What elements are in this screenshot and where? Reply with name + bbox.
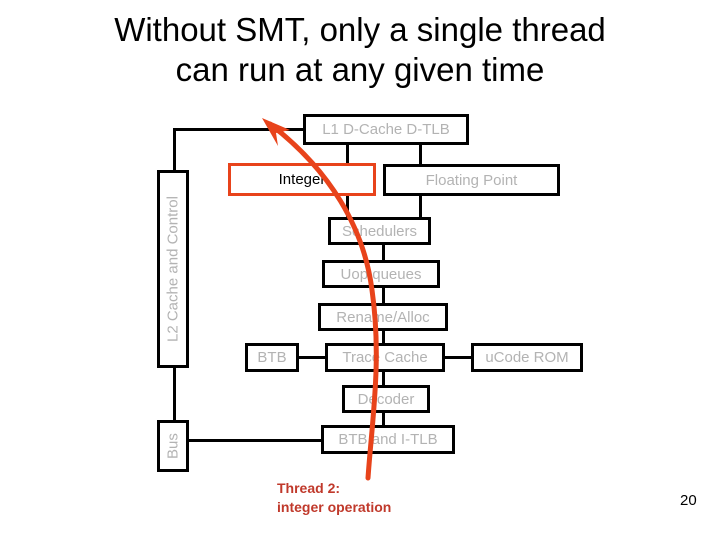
block-label: L1 D-Cache D-TLB — [322, 121, 450, 138]
block-integer[interactable]: Integer — [228, 163, 376, 196]
block-label: Integer — [278, 171, 326, 188]
block-label: Trace Cache — [342, 349, 428, 366]
connector-l2-to-l1-horizontal — [173, 128, 307, 131]
block-btb-and-itlb[interactable]: BTB and I-TLB — [321, 425, 455, 454]
cpu-pipeline-block-diagram: L1 D-Cache D-TLB Integer Floating Point … — [0, 0, 720, 540]
block-l1-d-cache[interactable]: L1 D-Cache D-TLB — [303, 114, 469, 145]
connector-trace-cache-to-ucode-rom — [443, 356, 473, 359]
slide-canvas: Without SMT, only a single thread can ru… — [0, 0, 720, 540]
connector-bus-to-btb-itlb — [186, 439, 324, 442]
block-label: Uop queues — [340, 265, 422, 283]
block-bus[interactable]: Bus — [157, 420, 189, 472]
connector-btb-to-trace-cache — [297, 356, 327, 359]
block-btb[interactable]: BTB — [245, 343, 299, 372]
block-rename-alloc[interactable]: Rename/Alloc — [318, 303, 448, 331]
connector-l2-to-l1-vertical — [173, 128, 176, 173]
block-ucode-rom[interactable]: uCode ROM — [471, 343, 583, 372]
block-label: BTB — [257, 349, 287, 366]
block-l2-cache-and-control[interactable]: L2 Cache and Control — [157, 170, 189, 368]
page-number: 20 — [680, 492, 697, 509]
block-floating-point[interactable]: Floating Point — [383, 164, 560, 196]
block-label: Rename/Alloc — [336, 308, 430, 326]
thread-2-caption: Thread 2: integer operation — [277, 480, 392, 515]
block-label: uCode ROM — [485, 349, 569, 366]
connector-l2-to-bus — [173, 366, 176, 422]
block-decoder[interactable]: Decoder — [342, 385, 430, 413]
block-label: Decoder — [357, 390, 415, 408]
block-label: L2 Cache and Control — [164, 196, 182, 342]
block-label: Schedulers — [341, 222, 418, 240]
block-label: Floating Point — [425, 171, 518, 189]
connector-l1-to-floating-point — [419, 142, 422, 166]
thread-2-arrowhead-icon — [262, 118, 290, 146]
block-label: BTB and I-TLB — [338, 431, 438, 448]
block-schedulers[interactable]: Schedulers — [328, 217, 431, 245]
block-trace-cache[interactable]: Trace Cache — [325, 343, 445, 372]
block-label: Bus — [164, 433, 182, 459]
block-uop-queues[interactable]: Uop queues — [322, 260, 440, 288]
